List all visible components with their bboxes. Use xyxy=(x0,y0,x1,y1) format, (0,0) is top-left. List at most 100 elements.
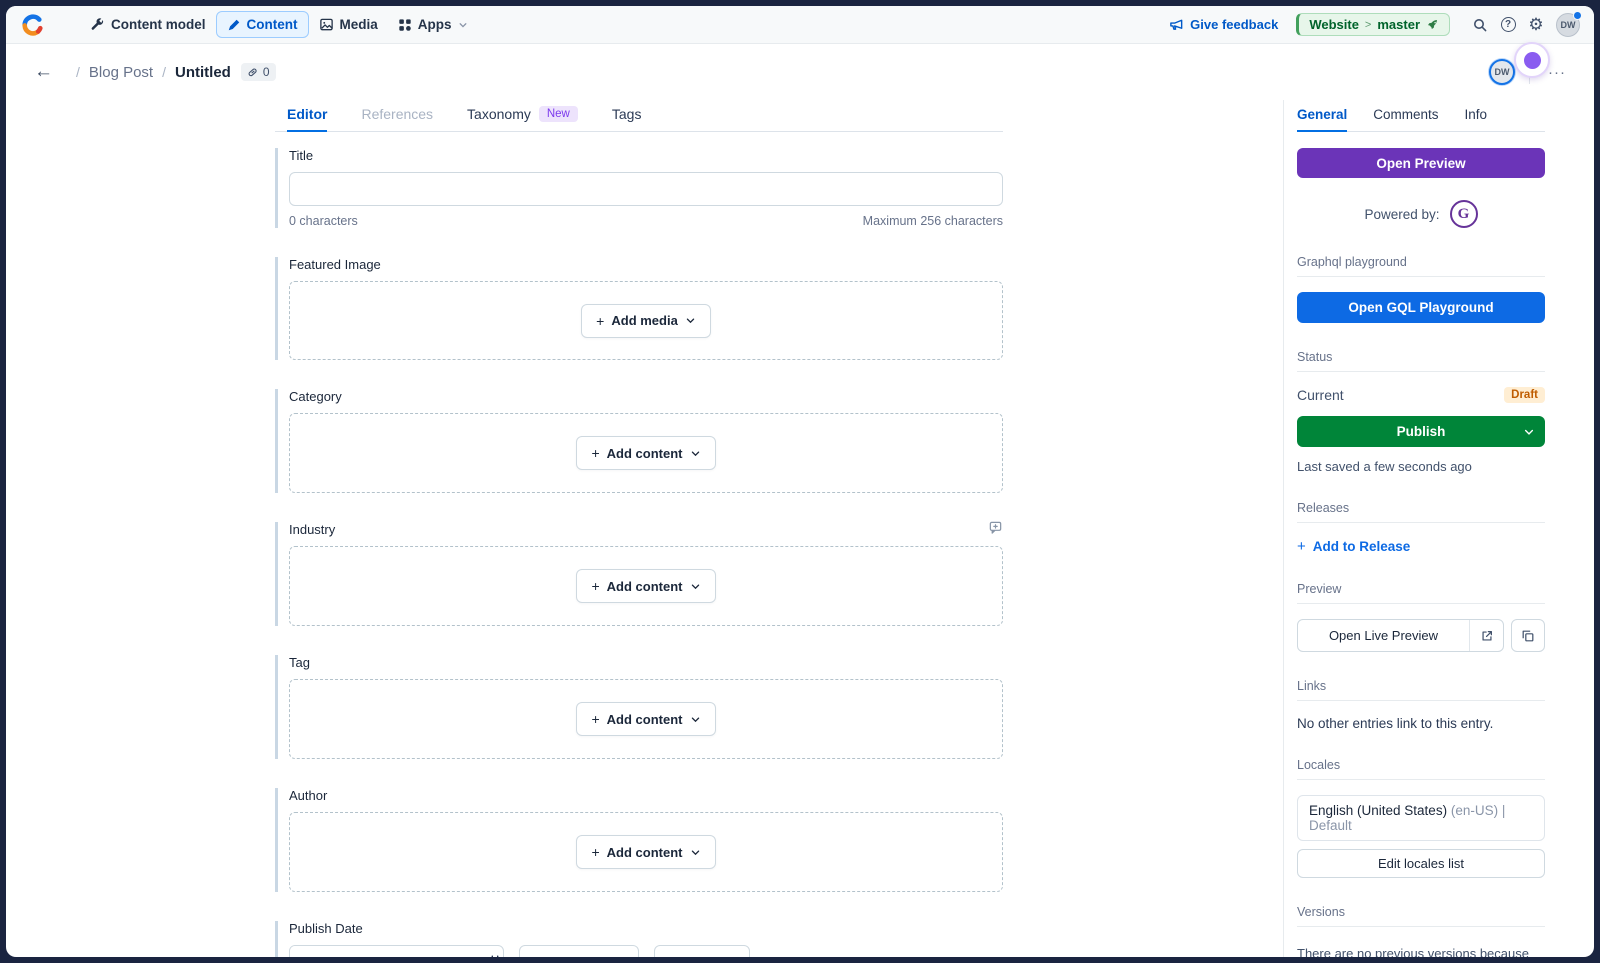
field-label: Publish Date xyxy=(289,921,363,936)
calendar-icon[interactable] xyxy=(486,946,503,957)
entry-title: Untitled xyxy=(175,64,231,81)
entry-editor-main: Editor References Taxonomy New Tags Titl… xyxy=(6,100,1283,957)
status-current-label: Current xyxy=(1297,387,1344,403)
plus-icon: + xyxy=(1297,538,1306,555)
preview-actions: Open Live Preview xyxy=(1297,619,1545,652)
nav-item-content-model[interactable]: Content model xyxy=(80,12,216,37)
date-input[interactable] xyxy=(290,946,486,957)
field-label: Author xyxy=(289,788,327,803)
content-dropzone: + Add content xyxy=(289,679,1003,759)
copy-link-button[interactable] xyxy=(1511,619,1545,652)
content-area: Editor References Taxonomy New Tags Titl… xyxy=(6,100,1594,957)
tab-label: General xyxy=(1297,107,1347,122)
tab-info[interactable]: Info xyxy=(1465,107,1488,131)
field-label: Industry xyxy=(289,522,335,537)
external-link-icon[interactable] xyxy=(1469,620,1503,651)
chevron-down-icon xyxy=(730,957,741,958)
publish-button[interactable]: Publish xyxy=(1297,416,1545,447)
section-header-locales: Locales xyxy=(1297,758,1545,780)
char-count: 0 characters xyxy=(289,214,358,228)
nav-item-content[interactable]: Content xyxy=(216,11,309,38)
tab-label: Comments xyxy=(1373,107,1438,122)
tab-taxonomy[interactable]: Taxonomy New xyxy=(467,106,578,131)
tab-general[interactable]: General xyxy=(1297,107,1347,131)
open-live-preview-button[interactable]: Open Live Preview xyxy=(1297,619,1504,652)
tab-label: Taxonomy xyxy=(467,106,531,122)
field-featured-image: Featured Image + Add media xyxy=(275,257,1003,360)
content-dropzone: + Add content xyxy=(289,413,1003,493)
apps-icon xyxy=(398,18,412,32)
add-media-button[interactable]: + Add media xyxy=(581,304,711,338)
give-feedback-label: Give feedback xyxy=(1190,17,1278,32)
timezone-value: UTC-08:00 xyxy=(663,955,724,957)
chevron-down-icon xyxy=(458,20,468,30)
field-category: Category + Add content xyxy=(275,389,1003,493)
tab-comments[interactable]: Comments xyxy=(1373,107,1438,131)
purple-dot-icon xyxy=(1524,52,1541,69)
gatsby-logo-icon: G xyxy=(1450,200,1478,228)
add-content-label: Add content xyxy=(607,446,683,461)
open-preview-button[interactable]: Open Preview xyxy=(1297,148,1545,178)
section-header-preview: Preview xyxy=(1297,582,1545,604)
time-input[interactable] xyxy=(519,945,639,957)
back-arrow-icon[interactable]: ← xyxy=(34,61,53,83)
field-tag: Tag + Add content xyxy=(275,655,1003,759)
breadcrumb: ← / Blog Post / Untitled 0 DW ··· xyxy=(6,44,1594,100)
media-icon xyxy=(319,17,334,32)
nav-item-label: Media xyxy=(340,17,378,32)
media-dropzone: + Add media xyxy=(289,281,1003,360)
add-content-button[interactable]: + Add content xyxy=(576,702,715,736)
settings-gear-icon[interactable]: ⚙ xyxy=(1522,11,1550,39)
add-content-label: Add content xyxy=(607,845,683,860)
nav-item-apps[interactable]: Apps xyxy=(388,12,478,37)
give-feedback-link[interactable]: Give feedback xyxy=(1169,17,1278,32)
status-badge-draft: Draft xyxy=(1504,387,1545,403)
content-dropzone: + Add content xyxy=(289,546,1003,626)
open-live-preview-label: Open Live Preview xyxy=(1298,620,1469,651)
add-content-button[interactable]: + Add content xyxy=(576,835,715,869)
edit-locales-button[interactable]: Edit locales list xyxy=(1297,849,1545,878)
tab-references[interactable]: References xyxy=(361,106,433,131)
field-label: Title xyxy=(289,148,313,163)
field-label: Category xyxy=(289,389,342,404)
tab-editor[interactable]: Editor xyxy=(287,106,327,131)
tab-label: Editor xyxy=(287,106,327,122)
title-input[interactable] xyxy=(289,172,1003,206)
timezone-select[interactable]: UTC-08:00 xyxy=(654,945,750,957)
help-glyph: ? xyxy=(1501,17,1516,32)
breadcrumb-separator: / xyxy=(162,64,166,80)
search-icon[interactable] xyxy=(1466,11,1494,39)
plus-icon: + xyxy=(591,844,599,860)
tab-tags[interactable]: Tags xyxy=(612,106,642,131)
avatar-initials: DW xyxy=(1561,20,1576,30)
add-content-button[interactable]: + Add content xyxy=(576,436,715,470)
environment-pill[interactable]: Website > master xyxy=(1296,13,1450,36)
copy-icon xyxy=(1521,629,1535,643)
section-header-status: Status xyxy=(1297,350,1545,372)
add-comment-icon[interactable] xyxy=(988,520,1003,535)
section-header-links: Links xyxy=(1297,679,1545,701)
chevron-down-icon[interactable] xyxy=(1523,426,1535,438)
add-to-release-link[interactable]: + Add to Release xyxy=(1297,538,1545,555)
user-avatar[interactable]: DW xyxy=(1556,13,1580,37)
section-header-graphql: Graphql playground xyxy=(1297,255,1545,277)
contentful-logo-icon[interactable] xyxy=(20,12,46,38)
assistant-floating-button[interactable] xyxy=(1514,42,1550,78)
locale-item[interactable]: English (United States) (en-US) | Defaul… xyxy=(1297,795,1545,841)
powered-by-label: Powered by: xyxy=(1364,207,1439,222)
help-icon[interactable]: ? xyxy=(1494,11,1522,39)
add-content-button[interactable]: + Add content xyxy=(576,569,715,603)
links-count: 0 xyxy=(263,65,270,79)
breadcrumb-content-type[interactable]: Blog Post xyxy=(89,64,153,81)
link-icon xyxy=(247,66,259,78)
collaborator-avatar[interactable]: DW xyxy=(1489,59,1515,85)
app-window: Content model Content Me xyxy=(6,6,1594,957)
entry-links-badge[interactable]: 0 xyxy=(241,63,276,81)
nav-item-label: Content model xyxy=(111,17,206,32)
open-gql-playground-button[interactable]: Open GQL Playground xyxy=(1297,292,1545,323)
avatar-initials: DW xyxy=(1495,67,1510,77)
add-to-release-label: Add to Release xyxy=(1313,539,1411,554)
locale-name: English (United States) xyxy=(1309,803,1447,818)
top-navigation: Content model Content Me xyxy=(6,6,1594,44)
nav-item-media[interactable]: Media xyxy=(309,12,388,37)
